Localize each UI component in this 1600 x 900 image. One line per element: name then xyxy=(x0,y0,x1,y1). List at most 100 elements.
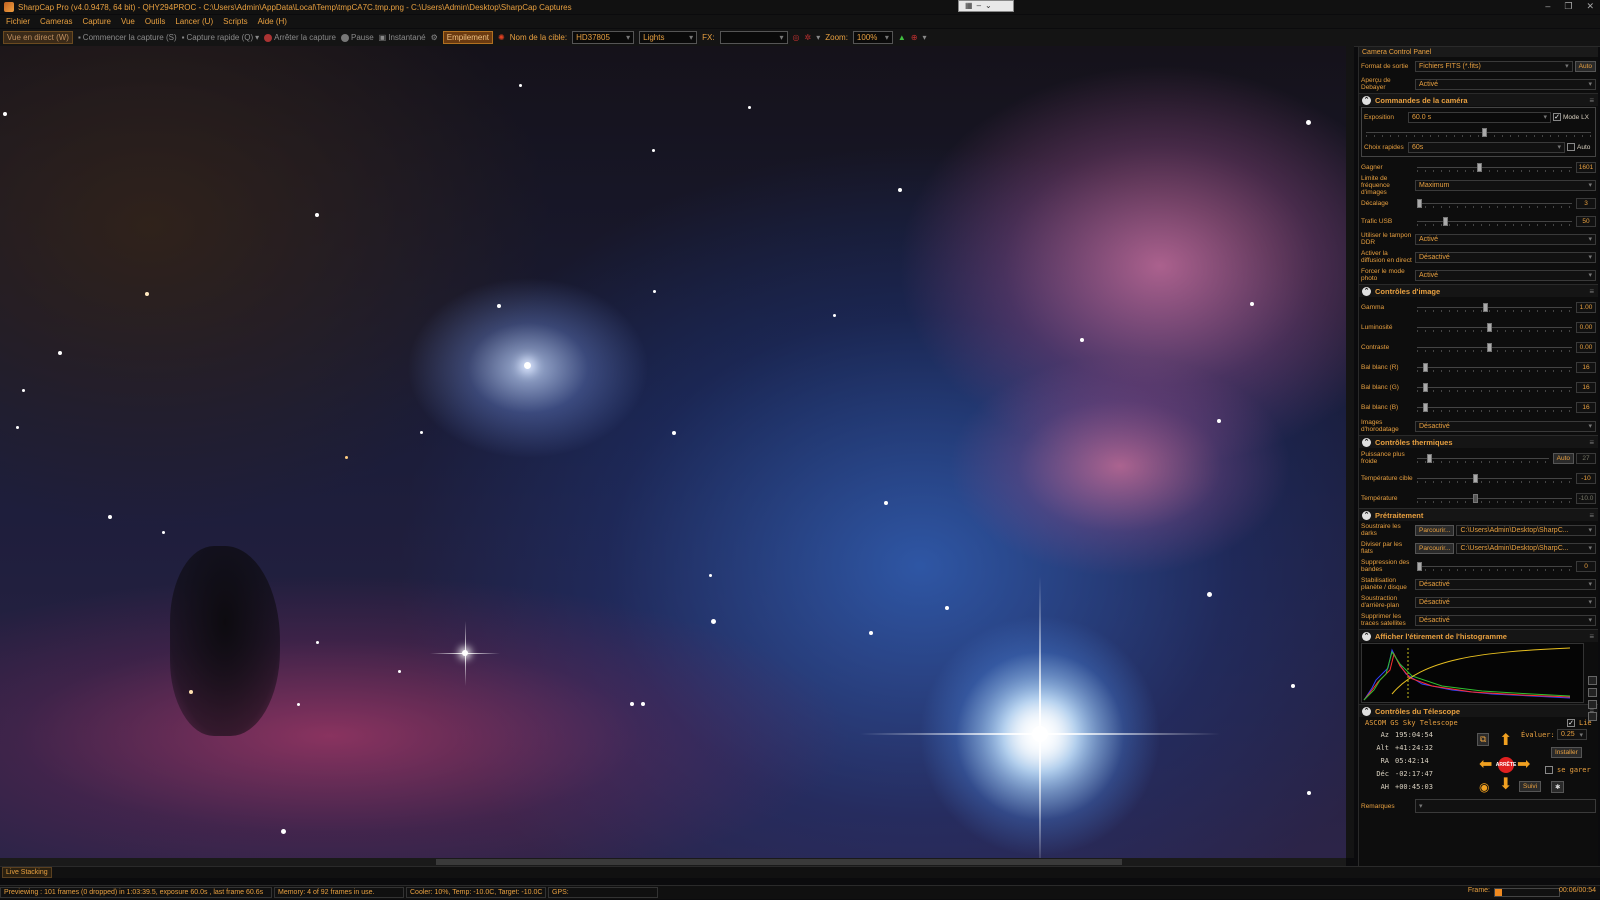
banding-value[interactable]: 0 xyxy=(1576,560,1596,572)
park-checkbox[interactable] xyxy=(1545,766,1553,774)
histogram-reset-icon[interactable] xyxy=(1588,688,1597,697)
histogram-zoom-icon[interactable] xyxy=(1588,676,1597,685)
live-view-button[interactable]: Vue en direct (W) xyxy=(3,31,73,44)
zoom-icon[interactable]: ⊕ xyxy=(911,33,918,42)
stop-capture-button[interactable]: Arrêter la capture xyxy=(264,33,336,42)
gamma-value[interactable]: 1.00 xyxy=(1576,301,1596,313)
histogram-icon[interactable]: ▲ xyxy=(898,33,906,42)
flats-browse-button[interactable]: Parcourir... xyxy=(1415,542,1455,554)
collapse-icon[interactable]: ⌃ xyxy=(1362,631,1371,641)
collapse-icon[interactable]: ⌃ xyxy=(1362,706,1371,716)
mini-grid-icon[interactable]: ▦ xyxy=(965,1,973,11)
ddr-buffer-select[interactable]: Activé xyxy=(1415,233,1596,245)
menu-scripts[interactable]: Scripts xyxy=(223,17,247,26)
cooler-auto-button[interactable]: Auto xyxy=(1552,452,1574,464)
camera-controls-section[interactable]: ⌃ Commandes de la caméra ≡ xyxy=(1359,93,1598,106)
gamma-slider[interactable] xyxy=(1415,302,1574,313)
viewer-horizontal-scrollbar[interactable] xyxy=(0,858,1346,866)
stabilization-select[interactable]: Désactivé xyxy=(1415,578,1596,590)
live-diffusion-select[interactable]: Désactivé xyxy=(1415,251,1596,263)
mini-toolbar-widget[interactable]: ▦ – ⌄ xyxy=(958,0,1014,12)
pause-button[interactable]: Pause xyxy=(340,33,374,42)
usb-traffic-slider[interactable] xyxy=(1415,216,1574,227)
menu-lancer[interactable]: Lancer (U) xyxy=(175,17,213,26)
section-menu-icon[interactable]: ≡ xyxy=(1589,438,1594,447)
install-button[interactable]: Installer xyxy=(1551,747,1582,758)
quick-capture-button[interactable]: ▪ Capture rapide (Q) ▾ xyxy=(182,33,260,42)
chevron-down-icon[interactable]: ▾ xyxy=(923,33,927,42)
usb-traffic-value[interactable]: 50 xyxy=(1576,215,1596,227)
section-menu-icon[interactable]: ≡ xyxy=(1589,632,1594,641)
cooler-power-slider[interactable] xyxy=(1415,453,1551,464)
arrow-right-icon[interactable]: ➡ xyxy=(1517,757,1530,773)
settings-icon[interactable]: ✱ xyxy=(1551,781,1565,793)
maximize-icon[interactable]: ❐ xyxy=(1564,1,1572,12)
reticle-icon[interactable]: ◎ xyxy=(793,33,800,42)
brightness-value[interactable]: 0.00 xyxy=(1576,321,1596,333)
darks-browse-button[interactable]: Parcourir... xyxy=(1415,524,1455,536)
collapse-icon[interactable]: ⌃ xyxy=(1362,510,1371,520)
target-name-select[interactable]: HD37805 ▾ xyxy=(572,31,635,44)
brightness-slider[interactable] xyxy=(1415,322,1574,333)
scrollbar-thumb[interactable] xyxy=(436,859,1122,865)
background-sub-select[interactable]: Désactivé xyxy=(1415,596,1596,608)
quick-choice-select[interactable]: 60s xyxy=(1408,141,1565,153)
live-stacking-tab[interactable]: Live Stacking xyxy=(2,867,52,878)
image-controls-section[interactable]: ⌃ Contrôles d'image ≡ xyxy=(1359,284,1598,297)
arrow-down-icon[interactable]: ⬇ xyxy=(1499,777,1512,793)
banding-slider[interactable] xyxy=(1415,561,1574,572)
stop-telescope-button[interactable]: ARRÊTE xyxy=(1496,757,1516,773)
linked-checkbox[interactable]: ✓ xyxy=(1567,719,1575,727)
exposure-slider[interactable] xyxy=(1364,127,1593,138)
mini-minus-icon[interactable]: – xyxy=(977,1,981,11)
histogram-section[interactable]: ⌃ Afficher l'étirement de l'histogramme ≡ xyxy=(1359,629,1598,642)
close-icon[interactable]: ✕ xyxy=(1586,1,1594,12)
wb-green-slider[interactable] xyxy=(1415,382,1574,393)
section-menu-icon[interactable]: ≡ xyxy=(1589,287,1594,296)
offset-slider[interactable] xyxy=(1415,198,1574,209)
wb-red-slider[interactable] xyxy=(1415,362,1574,373)
gain-value[interactable]: 1601 xyxy=(1576,161,1596,173)
zoom-select[interactable]: 100% ▾ xyxy=(852,31,893,44)
histogram-contrast-icon[interactable] xyxy=(1588,712,1597,721)
contrast-slider[interactable] xyxy=(1415,342,1574,353)
timestamp-select[interactable]: Désactivé xyxy=(1415,420,1596,432)
photo-mode-select[interactable]: Activé xyxy=(1415,269,1596,281)
target-temp-value[interactable]: -10 xyxy=(1576,472,1596,484)
collapse-icon[interactable]: ⌃ xyxy=(1362,95,1371,105)
wb-blue-slider[interactable] xyxy=(1415,402,1574,413)
snapshot-button[interactable]: ▣ Instantané xyxy=(379,33,426,42)
preprocessing-section[interactable]: ⌃ Prétraitement ≡ xyxy=(1359,508,1598,521)
thermal-controls-section[interactable]: ⌃ Contrôles thermiques ≡ xyxy=(1359,435,1598,448)
fps-limit-select[interactable]: Maximum xyxy=(1415,179,1596,191)
wb-blue-value[interactable]: 16 xyxy=(1576,401,1596,413)
section-menu-icon[interactable]: ≡ xyxy=(1589,96,1594,105)
darks-file-select[interactable]: C:\Users\Admin\Desktop\SharpC... xyxy=(1456,524,1596,536)
telescope-section[interactable]: ⌃ Contrôles du Télescope ≡ xyxy=(1359,704,1598,717)
quick-auto-checkbox[interactable] xyxy=(1567,143,1575,151)
menu-vue[interactable]: Vue xyxy=(121,17,135,26)
mini-chevron-icon[interactable]: ⌄ xyxy=(985,1,992,11)
wb-red-value[interactable]: 16 xyxy=(1576,361,1596,373)
fx-select[interactable]: ▾ xyxy=(719,31,788,44)
menu-cameras[interactable]: Cameras xyxy=(40,17,72,26)
collapse-icon[interactable]: ⌃ xyxy=(1362,286,1371,296)
histogram-auto-icon[interactable] xyxy=(1588,700,1597,709)
rate-select[interactable]: 0.25 xyxy=(1557,729,1587,740)
output-auto-button[interactable]: Auto xyxy=(1574,60,1596,72)
cooler-power-value[interactable]: 27 xyxy=(1576,452,1596,464)
goto-icon[interactable]: ⧉ xyxy=(1477,733,1490,746)
chevron-down-icon[interactable]: ▾ xyxy=(816,33,820,42)
notes-input[interactable] xyxy=(1415,799,1596,813)
viewer-vertical-scrollbar[interactable] xyxy=(1346,46,1354,858)
gain-slider[interactable] xyxy=(1415,162,1574,173)
arrow-left-icon[interactable]: ⬅ xyxy=(1479,757,1492,773)
crosshair-icon[interactable]: ✲ xyxy=(805,33,812,42)
target-reticle-icon[interactable]: ◉ xyxy=(1479,779,1489,795)
minimize-icon[interactable]: – xyxy=(1545,1,1550,12)
start-capture-button[interactable]: ▪ Commencer la capture (S) xyxy=(78,33,177,42)
target-temp-slider[interactable] xyxy=(1415,473,1574,484)
stacking-button[interactable]: Empilement xyxy=(442,31,494,44)
track-button[interactable]: Suivi xyxy=(1519,781,1542,792)
satellite-select[interactable]: Désactivé xyxy=(1415,614,1596,626)
